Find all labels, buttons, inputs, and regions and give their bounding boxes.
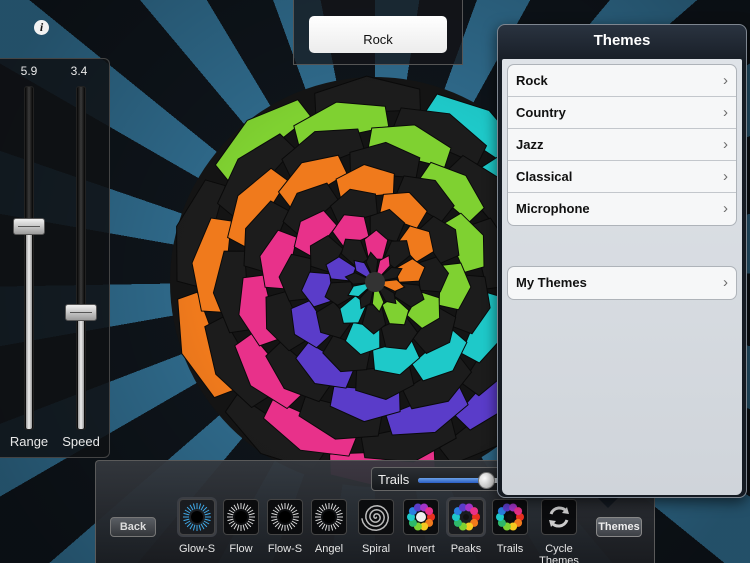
- glow-spiral-icon: [179, 499, 215, 535]
- trails-label: Trails: [378, 472, 410, 487]
- spiral-icon: [358, 499, 394, 535]
- chevron-right-icon: ›: [723, 274, 728, 291]
- theme-item-rock[interactable]: Rock ›: [508, 65, 736, 97]
- theme-item-microphone[interactable]: Microphone ›: [508, 193, 736, 225]
- popover-content: Rock › Country › Jazz › Classical › Micropho…: [502, 59, 742, 495]
- chevron-right-icon: ›: [723, 72, 728, 89]
- range-slider[interactable]: [13, 86, 45, 430]
- theme-label: Country: [516, 105, 566, 120]
- popover-title: Themes: [593, 32, 651, 49]
- current-theme-panel: Rock: [293, 0, 463, 65]
- mode-button-cycle-themes[interactable]: Cycle Themes: [534, 499, 584, 563]
- theme-item-classical[interactable]: Classical ›: [508, 161, 736, 193]
- chevron-right-icon: ›: [723, 200, 728, 217]
- speed-slider-thumb[interactable]: [65, 303, 97, 321]
- mode-button-trails[interactable]: Trails: [485, 499, 535, 561]
- theme-label: Microphone: [516, 201, 590, 216]
- flow-icon: [223, 499, 259, 535]
- angel-icon: [311, 499, 347, 535]
- themes-list: Rock › Country › Jazz › Classical › Micropho…: [507, 64, 737, 226]
- trails-slider-fill: [418, 478, 487, 483]
- trails-slider-thumb[interactable]: [478, 472, 496, 489]
- range-value: 5.9: [20, 64, 38, 78]
- mode-label: Cycle Themes: [539, 543, 579, 563]
- themes-popover: Themes Rock › Country › Jazz › Classical › M…: [497, 24, 747, 498]
- speed-label: Speed: [62, 434, 100, 449]
- speed-value: 3.4: [70, 64, 88, 78]
- speed-slider[interactable]: [65, 86, 97, 430]
- range-label: Range: [9, 434, 49, 449]
- theme-label: Jazz: [516, 137, 544, 152]
- info-icon[interactable]: i: [34, 20, 49, 35]
- theme-label: My Themes: [516, 275, 587, 290]
- peaks-icon: [448, 499, 484, 535]
- slider-panel: 5.9 3.4 Range Speed: [0, 58, 110, 458]
- chevron-right-icon: ›: [723, 104, 728, 121]
- chevron-right-icon: ›: [723, 168, 728, 185]
- range-slider-thumb[interactable]: [13, 218, 45, 236]
- trails-icon: [492, 499, 528, 535]
- theme-label: Classical: [516, 169, 573, 184]
- speed-slider-fill: [78, 312, 84, 429]
- flow-spiral-icon: [267, 499, 303, 535]
- theme-item-country[interactable]: Country ›: [508, 97, 736, 129]
- cycle-icon: [541, 499, 577, 535]
- range-slider-fill: [26, 227, 32, 429]
- theme-item-jazz[interactable]: Jazz ›: [508, 129, 736, 161]
- back-button[interactable]: Back: [110, 517, 156, 537]
- invert-icon: [403, 499, 439, 535]
- custom-themes-list: My Themes ›: [507, 266, 737, 300]
- chevron-right-icon: ›: [723, 136, 728, 153]
- theme-label: Rock: [516, 73, 548, 88]
- themes-button[interactable]: Themes: [596, 517, 642, 537]
- current-theme-title[interactable]: Rock: [309, 16, 447, 53]
- theme-item-my-themes[interactable]: My Themes ›: [508, 267, 736, 299]
